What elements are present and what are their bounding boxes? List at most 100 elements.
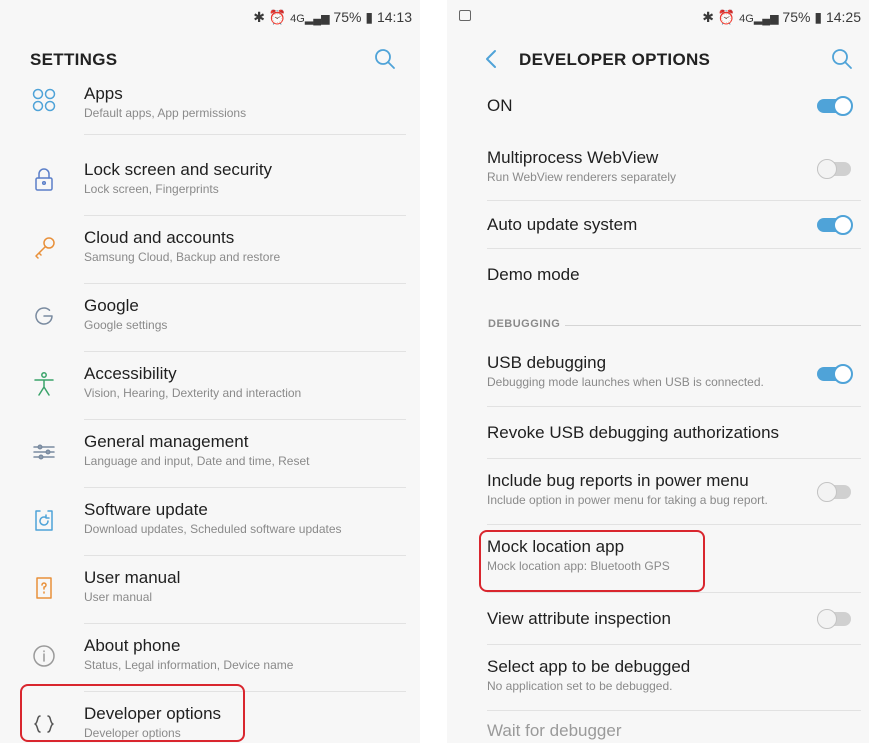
status-bar: ✱ ⏰ 4G▂▄▆ 75% ▮ 14:13 (0, 0, 420, 34)
apps-icon (30, 86, 58, 114)
lock-icon (30, 166, 58, 194)
setting-wait-for-debugger[interactable]: Wait for debugger (447, 711, 869, 743)
settings-item-subtitle: Default apps, App permissions (84, 106, 247, 120)
battery-percent: 75% (333, 9, 362, 25)
signal-icon: 4G▂▄▆ (739, 13, 779, 25)
developer-options-screen: ✱ ⏰ 4G▂▄▆ 75% ▮ 14:25 DEVELOPER OPTIONS … (447, 0, 869, 743)
settings-item-google[interactable]: Google Google settings (0, 284, 420, 352)
status-time: 14:25 (825, 9, 861, 25)
setting-auto-update-system[interactable]: Auto update system (447, 201, 869, 249)
settings-item-subtitle: Lock screen, Fingerprints (84, 182, 219, 196)
settings-item-title: User manual (84, 568, 181, 587)
setting-subtitle: Run WebView renderers separately (487, 170, 676, 184)
settings-item-subtitle: Language and input, Date and time, Reset (84, 454, 310, 468)
toggle-knob (833, 364, 853, 384)
status-icons: ✱ ⏰ 4G▂▄▆ 75% ▮ 14:13 (253, 9, 412, 26)
settings-item-lock-screen-and-security[interactable]: Lock screen and security Lock screen, Fin… (0, 148, 420, 216)
setting-title: ON (487, 96, 513, 115)
settings-item-title: About phone (84, 636, 181, 655)
settings-item-user-manual[interactable]: User manual User manual (0, 556, 420, 624)
setting-title: Auto update system (487, 215, 638, 234)
settings-item-title: General management (84, 432, 249, 451)
accessibility-icon (30, 370, 58, 398)
setting-title: Include bug reports in power menu (487, 471, 749, 490)
settings-item-about-phone[interactable]: About phone Status, Legal information, De… (0, 624, 420, 692)
setting-title: USB debugging (487, 353, 607, 372)
section-divider (565, 325, 861, 326)
setting-view-attribute-inspection[interactable]: View attribute inspection (447, 593, 869, 645)
setting-subtitle: No application set to be debugged. (487, 679, 673, 693)
master-on-row[interactable]: ON (447, 84, 869, 128)
battery-percent: 75% (782, 9, 811, 25)
search-icon[interactable] (829, 46, 855, 72)
sliders-icon (30, 438, 58, 466)
settings-item-subtitle: User manual (84, 590, 153, 604)
battery-icon: ▮ (365, 9, 374, 25)
settings-item-general-management[interactable]: General management Language and input, Da… (0, 420, 420, 488)
setting-include-bug-reports-in-power-menu[interactable]: Include bug reports in power menu Include… (447, 459, 869, 525)
settings-item-subtitle: Download updates, Scheduled software upd… (84, 522, 342, 536)
setting-title: Multiprocess WebView (487, 148, 659, 167)
google-icon (30, 302, 58, 330)
app-bar: DEVELOPER OPTIONS (447, 40, 869, 80)
info-icon (30, 642, 58, 670)
setting-revoke-usb-debugging-authorizations[interactable]: Revoke USB debugging authorizations (447, 407, 869, 459)
mock-location-highlight (479, 530, 705, 592)
alarm-icon: ⏰ (717, 9, 736, 25)
settings-item-apps[interactable]: Apps Default apps, App permissions (0, 80, 420, 148)
toggle-switch[interactable] (817, 364, 853, 384)
settings-item-cloud-and-accounts[interactable]: Cloud and accounts Samsung Cloud, Backup … (0, 216, 420, 284)
toggle-switch[interactable] (817, 482, 853, 502)
battery-icon: ▮ (814, 9, 823, 25)
page-title: DEVELOPER OPTIONS (519, 50, 711, 69)
settings-item-subtitle: Status, Legal information, Device name (84, 658, 294, 672)
status-icons: ✱ ⏰ 4G▂▄▆ 75% ▮ 14:25 (702, 9, 861, 26)
toggle-knob (833, 215, 853, 235)
alarm-icon: ⏰ (268, 9, 287, 25)
settings-item-subtitle: Samsung Cloud, Backup and restore (84, 250, 281, 264)
setting-title: Demo mode (487, 265, 580, 284)
update-icon (30, 506, 58, 534)
status-time: 14:13 (376, 9, 412, 25)
settings-item-title: Google (84, 296, 139, 315)
search-icon[interactable] (372, 46, 398, 72)
divider (84, 134, 406, 135)
toggle-knob (817, 609, 837, 629)
setting-title: View attribute inspection (487, 609, 671, 628)
developer-options-highlight (20, 684, 245, 742)
setting-subtitle: Include option in power menu for taking … (487, 493, 768, 507)
settings-item-subtitle: Vision, Hearing, Dexterity and interacti… (84, 386, 302, 400)
setting-usb-debugging[interactable]: USB debugging Debugging mode launches whe… (447, 341, 869, 407)
setting-title: Revoke USB debugging authorizations (487, 423, 780, 442)
settings-item-software-update[interactable]: Software update Download updates, Schedul… (0, 488, 420, 556)
settings-item-title: Software update (84, 500, 208, 519)
settings-screen: ✱ ⏰ 4G▂▄▆ 75% ▮ 14:13 SETTINGS Apps Defau… (0, 0, 420, 743)
settings-item-title: Apps (84, 84, 123, 103)
setting-title: Select app to be debugged (487, 657, 691, 676)
settings-item-title: Lock screen and security (84, 160, 273, 179)
settings-item-accessibility[interactable]: Accessibility Vision, Hearing, Dexterity … (0, 352, 420, 420)
settings-item-title: Accessibility (84, 364, 177, 383)
toggle-switch[interactable] (817, 159, 853, 179)
bluetooth-icon: ✱ (253, 9, 265, 25)
settings-item-subtitle: Google settings (84, 318, 168, 332)
toggle-switch[interactable] (817, 609, 853, 629)
toggle-switch[interactable] (817, 215, 853, 235)
back-arrow-icon[interactable] (481, 46, 501, 72)
app-bar: SETTINGS (0, 40, 420, 80)
setting-demo-mode[interactable]: Demo mode (447, 249, 869, 301)
key-icon (30, 234, 58, 262)
settings-item-title: Cloud and accounts (84, 228, 235, 247)
setting-title: Wait for debugger (487, 721, 622, 740)
notification-icon (459, 10, 471, 21)
toggle-knob (817, 159, 837, 179)
setting-multiprocess-webview[interactable]: Multiprocess WebView Run WebView renderer… (447, 136, 869, 201)
toggle-switch[interactable] (817, 96, 853, 116)
setting-select-app-to-be-debugged[interactable]: Select app to be debugged No application … (447, 645, 869, 711)
toggle-knob (833, 96, 853, 116)
page-title: SETTINGS (30, 50, 118, 69)
status-bar: ✱ ⏰ 4G▂▄▆ 75% ▮ 14:25 (447, 0, 869, 34)
signal-icon: 4G▂▄▆ (290, 13, 330, 25)
manual-icon (30, 574, 58, 602)
toggle-knob (817, 482, 837, 502)
